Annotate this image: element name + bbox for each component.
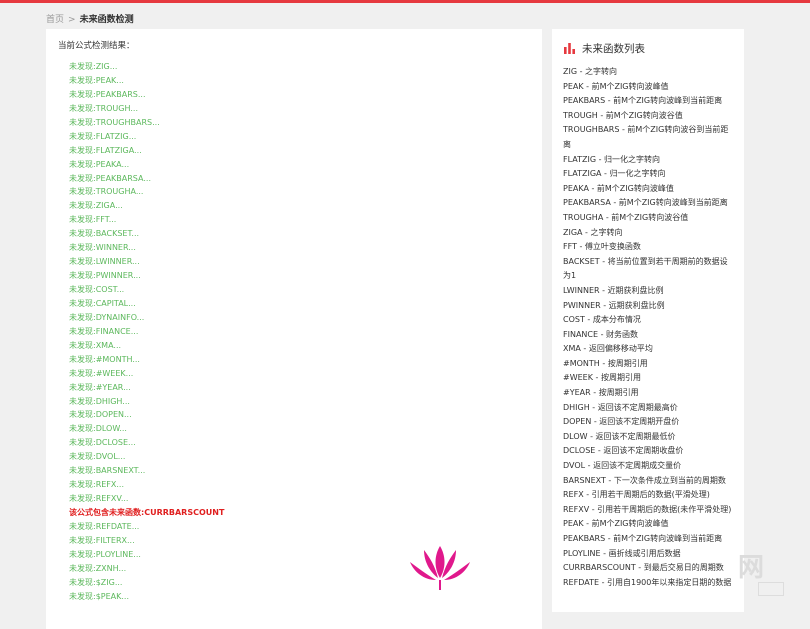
- result-item: 未发现:FFT...: [69, 215, 117, 225]
- function-list-item[interactable]: LWINNER - 近期获利盘比例: [563, 284, 735, 299]
- result-item: 未发现:FINANCE...: [69, 326, 139, 336]
- result-item: 未发现:DOPEN...: [69, 410, 132, 420]
- result-item: 未发现:FLATZIGA...: [69, 145, 142, 155]
- breadcrumb-current: 未来函数检测: [79, 15, 134, 25]
- function-list-item[interactable]: PWINNER - 远期获利盘比例: [563, 299, 735, 314]
- function-list-item[interactable]: PEAK - 前M个ZIG转向波峰值: [563, 517, 735, 532]
- result-item: 未发现:$ZIG...: [69, 577, 123, 587]
- result-item: 未发现:DLOW...: [69, 424, 127, 434]
- result-item: 未发现:ZXNH...: [69, 563, 127, 573]
- function-list: ZIG - 之字转向 PEAK - 前M个ZIG转向波峰值 PEAKBARS - 前…: [563, 65, 735, 590]
- function-list-item[interactable]: PLOYLINE - 画折线或引用后数据: [563, 547, 735, 562]
- result-item: 未发现:ZIG...: [69, 62, 118, 71]
- function-list-item[interactable]: PEAKA - 前M个ZIG转向波峰值: [563, 182, 735, 197]
- result-item: 未发现:TROUGHA...: [69, 187, 144, 197]
- function-list-item[interactable]: PEAKBARS - 前M个ZIG转向波峰到当前距离: [563, 94, 735, 109]
- result-list: 未发现:ZIG... 未发现:PEAK... 未发现:PEAKBARS... 未发现:…: [69, 60, 224, 604]
- function-list-item[interactable]: REFDATE - 引用自1900年以来指定日期的数据: [563, 576, 735, 591]
- function-list-item[interactable]: #WEEK - 按周期引用: [563, 371, 735, 386]
- result-item: 未发现:#WEEK...: [69, 368, 134, 378]
- breadcrumb-home-link[interactable]: 首页: [46, 15, 64, 25]
- function-list-item[interactable]: TROUGHBARS - 前M个ZIG转向波谷到当前距离: [563, 123, 735, 152]
- function-list-item[interactable]: FINANCE - 财务函数: [563, 328, 735, 343]
- watermark-net-text: 网: [738, 553, 766, 583]
- function-list-item[interactable]: COST - 成本分布情况: [563, 313, 735, 328]
- result-item: 未发现:WINNER...: [69, 243, 136, 253]
- sidebar-title: 未来函数列表: [582, 42, 645, 55]
- lotus-logo-icon: [410, 546, 470, 590]
- result-item-warning: 该公式包含未来函数:CURRBARSCOUNT: [69, 508, 225, 517]
- function-list-item[interactable]: PEAKBARSA - 前M个ZIG转向波峰到当前距离: [563, 196, 735, 211]
- result-item: 未发现:TROUGH...: [69, 103, 138, 113]
- result-item: 未发现:#YEAR...: [69, 382, 131, 392]
- result-item: 未发现:REFX...: [69, 480, 125, 490]
- result-item: 未发现:REFXV...: [69, 494, 129, 504]
- function-list-item[interactable]: PEAK - 前M个ZIG转向波峰值: [563, 80, 735, 95]
- result-item: 未发现:FLATZIG...: [69, 131, 137, 141]
- function-list-item[interactable]: ZIG - 之字转向: [563, 65, 735, 80]
- bar-chart-icon: [564, 42, 575, 54]
- function-list-item[interactable]: XMA - 返回偏移移动平均: [563, 342, 735, 357]
- watermark-badge: [758, 582, 784, 596]
- result-item: 未发现:TROUGHBARS...: [69, 117, 160, 127]
- function-list-item[interactable]: BARSNEXT - 下一次条件成立到当前的周期数: [563, 474, 735, 489]
- function-list-item[interactable]: REFX - 引用若干周期后的数据(平滑处理): [563, 488, 735, 503]
- result-item: 未发现:COST...: [69, 285, 125, 294]
- result-item: 未发现:PLOYLINE...: [69, 549, 141, 559]
- result-item: 未发现:XMA...: [69, 340, 122, 350]
- result-item: 未发现:LWINNER...: [69, 257, 140, 267]
- top-accent-bar: [0, 0, 810, 3]
- result-item: 未发现:DYNAINFO...: [69, 312, 145, 322]
- result-item: 未发现:#MONTH...: [69, 354, 140, 364]
- function-list-item[interactable]: FLATZIGA - 归一化之字转向: [563, 167, 735, 182]
- result-item: 未发现:CAPITAL...: [69, 298, 136, 308]
- result-item: 未发现:DCLOSE...: [69, 438, 136, 448]
- function-list-item[interactable]: ZIGA - 之字转向: [563, 226, 735, 241]
- function-list-item[interactable]: TROUGHA - 前M个ZIG转向波谷值: [563, 211, 735, 226]
- result-heading: 当前公式检测结果：: [58, 41, 135, 51]
- function-list-item[interactable]: CURRBARSCOUNT - 到最后交易日的周期数: [563, 561, 735, 576]
- function-list-item[interactable]: DCLOSE - 返回该不定周期收盘价: [563, 444, 735, 459]
- result-item: 未发现:PEAK...: [69, 75, 124, 85]
- function-list-item[interactable]: TROUGH - 前M个ZIG转向波谷值: [563, 109, 735, 124]
- result-item: 未发现:DVOL...: [69, 452, 126, 462]
- breadcrumb-separator: >: [68, 15, 76, 25]
- detection-result-panel: 当前公式检测结果： 未发现:ZIG... 未发现:PEAK... 未发现:PEAKB…: [46, 29, 542, 629]
- result-item: 未发现:PWINNER...: [69, 271, 141, 281]
- function-list-item[interactable]: DLOW - 返回该不定周期最低价: [563, 430, 735, 445]
- result-item: 未发现:FILTERX...: [69, 535, 135, 545]
- result-item: 未发现:PEAKA...: [69, 159, 130, 169]
- function-list-item[interactable]: PEAKBARS - 前M个ZIG转向波峰到当前距离: [563, 532, 735, 547]
- result-item: 未发现:BACKSET...: [69, 229, 140, 239]
- function-list-item[interactable]: #MONTH - 按周期引用: [563, 357, 735, 372]
- result-item: 未发现:BARSNEXT...: [69, 466, 146, 476]
- function-list-item[interactable]: BACKSET - 将当前位置到若干周期前的数据设为1: [563, 255, 735, 284]
- future-function-sidebar: 未来函数列表 ZIG - 之字转向 PEAK - 前M个ZIG转向波峰值 PEAKB…: [552, 29, 744, 612]
- function-list-item[interactable]: DHIGH - 返回该不定周期最高价: [563, 401, 735, 416]
- function-list-item[interactable]: REFXV - 引用若干周期后的数据(未作平滑处理): [563, 503, 735, 518]
- result-item: 未发现:ZIGA...: [69, 201, 123, 211]
- function-list-item[interactable]: #YEAR - 按周期引用: [563, 386, 735, 401]
- result-item: 未发现:REFDATE...: [69, 521, 140, 531]
- function-list-item[interactable]: FFT - 傅立叶变换函数: [563, 240, 735, 255]
- sidebar-header: 未来函数列表: [564, 41, 645, 55]
- result-item: 未发现:DHIGH...: [69, 396, 130, 406]
- result-item: 未发现:PEAKBARS...: [69, 89, 146, 99]
- function-list-item[interactable]: DVOL - 返回该不定周期成交量价: [563, 459, 735, 474]
- function-list-item[interactable]: FLATZIG - 归一化之字转向: [563, 153, 735, 168]
- function-list-item[interactable]: DOPEN - 返回该不定周期开盘价: [563, 415, 735, 430]
- breadcrumb: 首页 > 未来函数检测: [46, 12, 134, 25]
- result-item: 未发现:$PEAK...: [69, 591, 130, 601]
- result-item: 未发现:PEAKBARSA...: [69, 173, 151, 183]
